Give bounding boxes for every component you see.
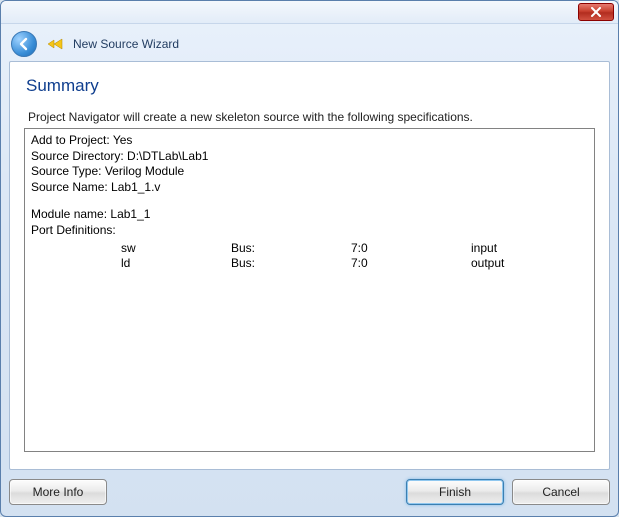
- back-button[interactable]: [11, 31, 37, 57]
- port-range: 7:0: [351, 241, 471, 257]
- close-icon: [590, 7, 602, 17]
- port-dir: output: [471, 256, 504, 272]
- port-name: ld: [121, 256, 231, 272]
- titlebar: [1, 1, 618, 24]
- port-defs-label: Port Definitions:: [31, 223, 588, 239]
- source-type-line: Source Type: Verilog Module: [31, 164, 588, 180]
- source-directory-line: Source Directory: D:\DTLab\Lab1: [31, 149, 588, 165]
- module-name-line: Module name: Lab1_1: [31, 207, 588, 223]
- wizard-title: New Source Wizard: [73, 37, 179, 51]
- back-arrow-icon: [17, 37, 31, 51]
- port-table: sw Bus: 7:0 input ld Bus: 7:0 output: [31, 241, 588, 272]
- finish-button[interactable]: Finish: [406, 479, 504, 505]
- close-button[interactable]: [578, 3, 614, 21]
- wizard-window: New Source Wizard Summary Project Naviga…: [0, 0, 619, 517]
- source-name-line: Source Name: Lab1_1.v: [31, 180, 588, 196]
- wizard-header: New Source Wizard: [1, 24, 618, 60]
- details-box: Add to Project: Yes Source Directory: D:…: [24, 128, 595, 452]
- page-heading: Summary: [26, 76, 595, 96]
- port-name: sw: [121, 241, 231, 257]
- intro-text: Project Navigator will create a new skel…: [28, 110, 595, 124]
- port-bus: Bus:: [231, 256, 351, 272]
- port-dir: input: [471, 241, 497, 257]
- wizard-icon: [47, 36, 63, 52]
- port-range: 7:0: [351, 256, 471, 272]
- port-row: ld Bus: 7:0 output: [31, 256, 588, 272]
- port-bus: Bus:: [231, 241, 351, 257]
- port-row: sw Bus: 7:0 input: [31, 241, 588, 257]
- button-bar: More Info Finish Cancel: [9, 476, 610, 508]
- add-to-project-line: Add to Project: Yes: [31, 133, 588, 149]
- content-panel: Summary Project Navigator will create a …: [9, 61, 610, 470]
- cancel-button[interactable]: Cancel: [512, 479, 610, 505]
- more-info-button[interactable]: More Info: [9, 479, 107, 505]
